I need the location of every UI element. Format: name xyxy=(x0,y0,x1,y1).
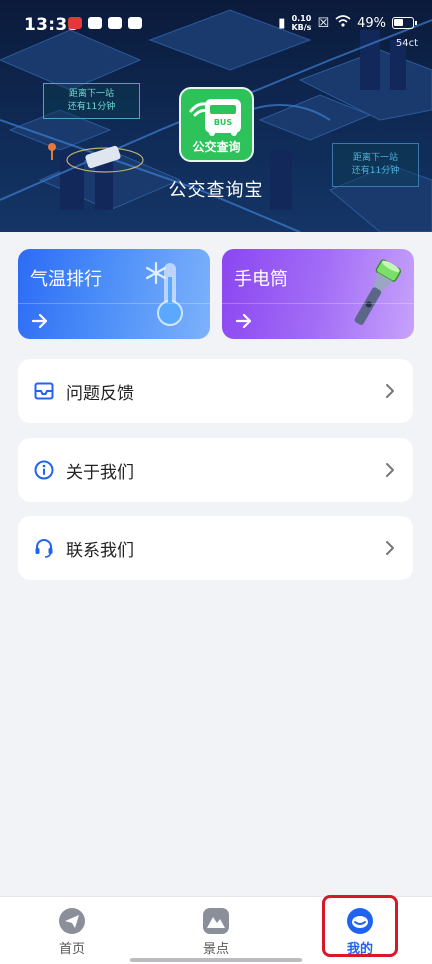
vibrate-icon: ▮ xyxy=(278,15,286,31)
next-stop-callout-left: 距离下一站 还有11分钟 xyxy=(43,83,140,119)
status-sub-label: 54ct xyxy=(395,38,418,49)
news-app-icon xyxy=(68,17,82,29)
hero-banner: 13:35 ▮ 0.10 KB/s ☒ 49% 54ct 距离下一站 还有11分… xyxy=(0,0,432,232)
contact-us-label: 联系我们 xyxy=(66,541,134,561)
chevron-right-icon xyxy=(386,384,394,398)
feedback-label: 问题反馈 xyxy=(66,384,134,404)
net-speed-value: 0.10 xyxy=(291,14,312,23)
net-speed-unit: KB/s xyxy=(291,23,312,32)
wifi-icon xyxy=(335,15,351,31)
info-icon xyxy=(34,460,54,480)
crown-app-icon xyxy=(88,17,102,29)
headset-icon xyxy=(35,539,53,558)
flashlight-card[interactable]: 手电筒 xyxy=(222,249,414,339)
paper-plane-icon xyxy=(59,908,85,934)
callout-right-line1: 距离下一站 xyxy=(352,153,398,163)
notification-icons xyxy=(68,17,142,29)
flashlight-label: 手电筒 xyxy=(234,269,288,290)
arrow-right-icon xyxy=(31,313,48,329)
callout-left-line2: 还有11分钟 xyxy=(67,102,116,112)
contact-us-row[interactable]: 联系我们 xyxy=(18,516,413,580)
callout-left-line1: 距离下一站 xyxy=(68,89,114,99)
status-right: ▮ 0.10 KB/s ☒ 49% xyxy=(278,14,417,32)
temperature-ranking-card[interactable]: 气温排行 xyxy=(18,249,210,339)
temperature-ranking-label: 气温排行 xyxy=(30,269,102,290)
about-us-label: 关于我们 xyxy=(66,463,134,483)
card-divider xyxy=(222,303,414,304)
home-indicator[interactable] xyxy=(130,958,302,962)
tab-home[interactable]: 首页 xyxy=(32,907,112,959)
sim-off-icon: ☒ xyxy=(317,15,330,31)
bus-wifi-icon: BUS xyxy=(189,99,241,136)
chevron-right-icon xyxy=(386,463,394,477)
tab-home-label: 首页 xyxy=(58,942,85,957)
app-logo: BUS 公交查询 xyxy=(179,87,254,162)
link-app-icon xyxy=(108,17,122,29)
tab-scenic-label: 景点 xyxy=(202,942,229,957)
more-app-icon xyxy=(128,17,142,29)
status-bar: 13:35 ▮ 0.10 KB/s ☒ 49% 54ct xyxy=(0,0,432,50)
active-tab-highlight xyxy=(322,895,398,957)
mailbox-icon xyxy=(34,382,54,400)
flashlight-icon xyxy=(354,259,402,325)
app-title: 公交查询宝 xyxy=(168,180,264,201)
thermometer-snowflake-icon xyxy=(145,261,183,326)
card-divider xyxy=(18,303,210,304)
chevron-right-icon xyxy=(386,541,394,555)
arrow-right-icon xyxy=(235,313,252,329)
battery-icon xyxy=(392,17,417,29)
battery-percent: 49% xyxy=(357,15,386,31)
network-speed: 0.10 KB/s xyxy=(291,14,311,32)
about-us-row[interactable]: 关于我们 xyxy=(18,438,413,502)
logo-text: 公交查询 xyxy=(192,140,241,154)
feedback-row[interactable]: 问题反馈 xyxy=(18,359,413,423)
tab-scenic[interactable]: 景点 xyxy=(176,907,256,959)
logo-bus-text: BUS xyxy=(214,118,233,127)
mountain-icon xyxy=(203,908,229,934)
